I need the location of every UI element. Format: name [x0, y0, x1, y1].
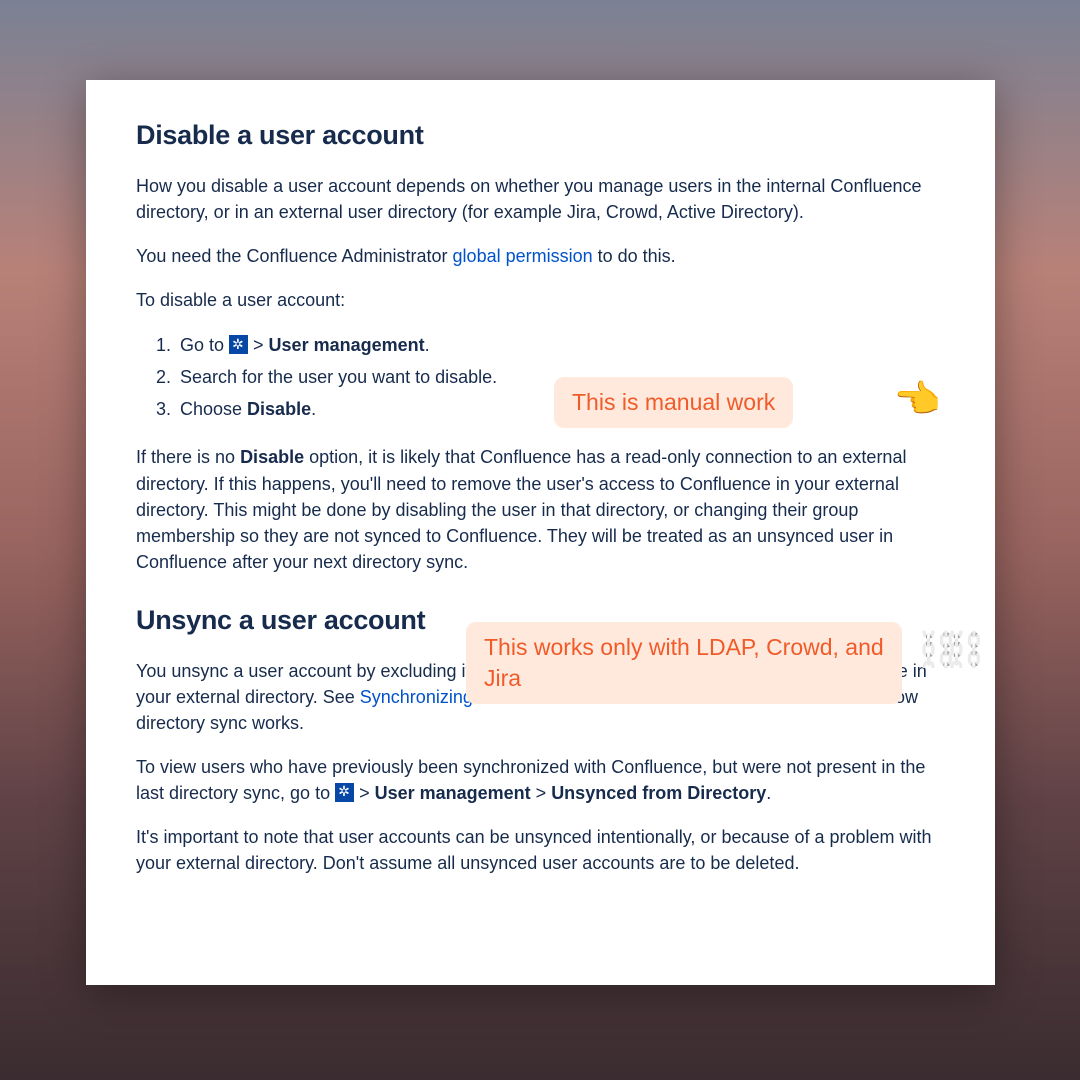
permission-paragraph: You need the Confluence Administrator gl… [136, 243, 945, 269]
gear-icon [335, 783, 354, 802]
chain-icon: ⛓️ [944, 630, 986, 670]
annotation-callout-manual: This is manual work [554, 377, 793, 428]
global-permission-link[interactable]: global permission [453, 246, 593, 266]
step-1: Go to > User management. [176, 331, 945, 361]
gear-icon [229, 335, 248, 354]
pointing-hand-icon: 👉 [895, 378, 942, 422]
unsync-view-paragraph: To view users who have previously been s… [136, 754, 945, 806]
section-heading-disable: Disable a user account [136, 120, 945, 151]
document-card: Disable a user account How you disable a… [86, 80, 995, 985]
intro-paragraph: How you disable a user account depends o… [136, 173, 945, 225]
perm-text-pre: You need the Confluence Administrator [136, 246, 453, 266]
no-disable-note: If there is no Disable option, it is lik… [136, 444, 945, 574]
unsync-warning: It's important to note that user account… [136, 824, 945, 876]
steps-lead: To disable a user account: [136, 287, 945, 313]
perm-text-post: to do this. [593, 246, 676, 266]
annotation-callout-ldap: This works only with LDAP, Crowd, and Ji… [466, 622, 902, 704]
